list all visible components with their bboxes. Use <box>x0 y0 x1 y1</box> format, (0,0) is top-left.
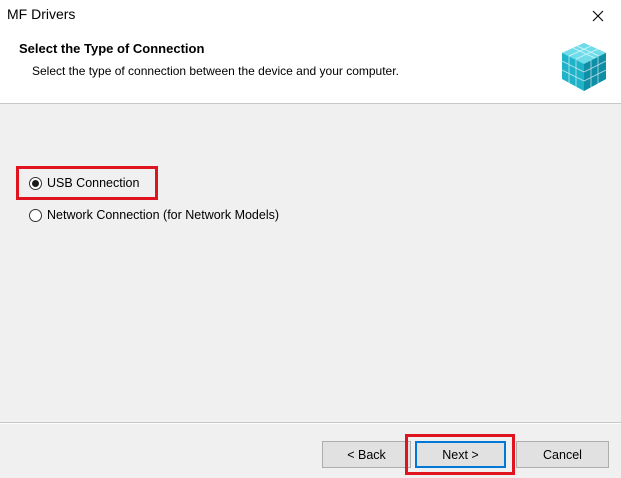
close-button[interactable] <box>575 0 621 31</box>
header-title: Select the Type of Connection <box>19 41 205 56</box>
cube-logo-icon <box>561 43 607 91</box>
usb-connection-option[interactable]: USB Connection <box>29 176 139 190</box>
network-radio[interactable] <box>29 208 42 222</box>
close-icon <box>592 10 604 21</box>
title-bar: MF Drivers <box>0 0 621 31</box>
cancel-button[interactable]: Cancel <box>516 441 609 468</box>
back-button[interactable]: < Back <box>322 441 411 468</box>
header-subtitle: Select the type of connection between th… <box>32 64 399 78</box>
network-connection-option[interactable]: Network Connection (for Network Models) <box>29 208 279 222</box>
next-button[interactable]: Next > <box>415 441 506 468</box>
usb-connection-label: USB Connection <box>47 176 140 190</box>
usb-radio[interactable] <box>29 176 42 190</box>
footer-separator-highlight <box>0 423 621 424</box>
window-title: MF Drivers <box>7 6 76 22</box>
wizard-header: Select the Type of Connection Select the… <box>0 31 621 104</box>
network-connection-label: Network Connection (for Network Models) <box>47 208 280 222</box>
